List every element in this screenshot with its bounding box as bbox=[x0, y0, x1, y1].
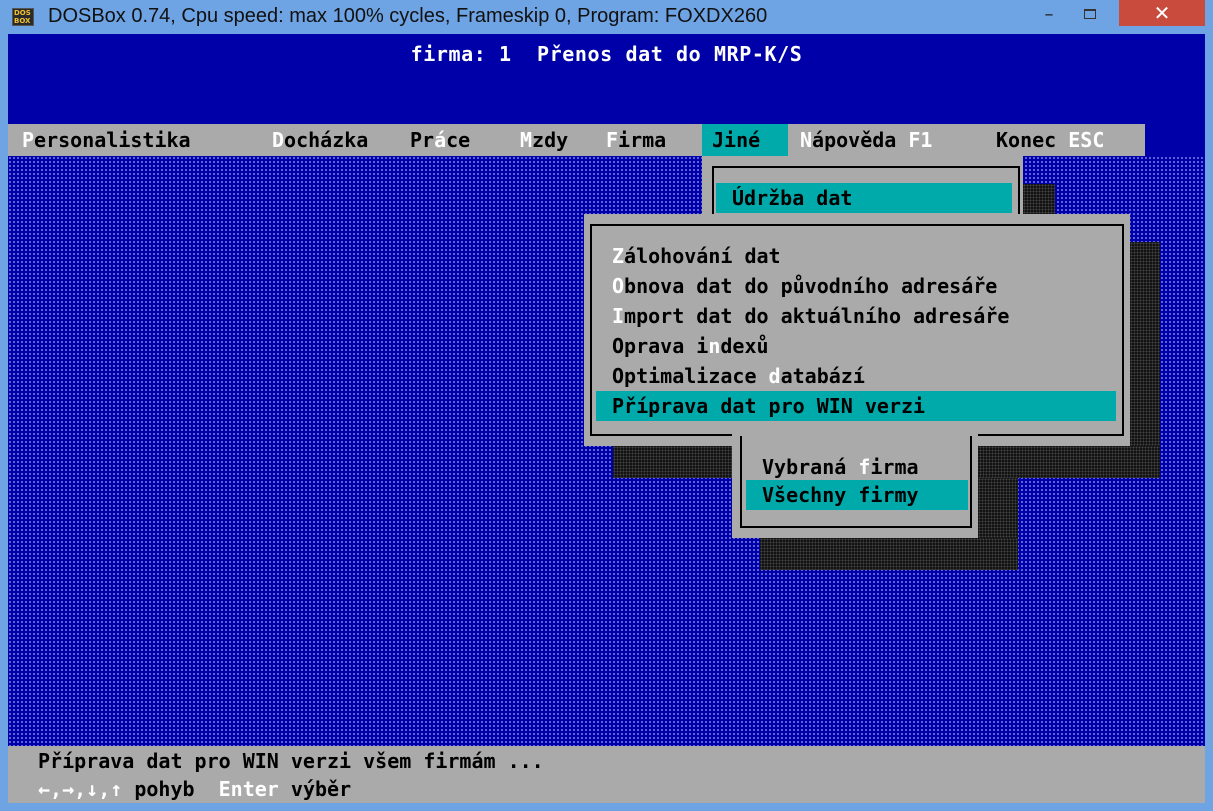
menu-item-udrzba-dat[interactable]: Údržba dat bbox=[716, 183, 1012, 213]
menu-konec[interactable]: Konec ESC bbox=[996, 124, 1104, 156]
menu-shadow bbox=[1130, 242, 1160, 478]
menu-label: Konec bbox=[996, 128, 1057, 152]
menu-item-oprava-indexu[interactable]: Oprava indexů bbox=[596, 331, 1116, 361]
key-description: pohyb bbox=[122, 777, 195, 801]
menu-item-optimalizace[interactable]: Optimalizace databází bbox=[596, 361, 1116, 391]
menu-item-vsechny-firmy[interactable]: Všechny firmy bbox=[746, 480, 968, 510]
menu-item-vybrana-firma[interactable]: Vybraná firma bbox=[746, 452, 968, 482]
menu-item-obnova[interactable]: Obnova dat do původního adresáře bbox=[596, 271, 1116, 301]
hotkey: O bbox=[612, 274, 625, 298]
enter-key: Enter bbox=[218, 777, 279, 801]
menu-shadow bbox=[1023, 184, 1055, 218]
minimize-button[interactable]: – bbox=[1034, 0, 1064, 28]
menu-firma[interactable]: Firma bbox=[606, 124, 666, 156]
menu-personalistika[interactable]: Personalistika bbox=[22, 124, 191, 156]
title-bar[interactable]: DOS BOX DOSBox 0.74, Cpu speed: max 100%… bbox=[0, 0, 1213, 34]
hotkey: d bbox=[768, 364, 781, 388]
item-label: álohování dat bbox=[624, 244, 781, 268]
menu-label: ce bbox=[446, 128, 471, 152]
menu-item-priprava-win[interactable]: Příprava dat pro WIN verzi bbox=[596, 391, 1116, 421]
menu-bar: Personalistika Docházka Práce Mzdy Firma… bbox=[8, 124, 1145, 156]
icon-text-top: DOS bbox=[14, 9, 31, 17]
menu-label: zdy bbox=[532, 128, 569, 152]
hotkey: I bbox=[612, 304, 625, 328]
item-label: dexů bbox=[720, 334, 769, 358]
menu-label: Jiné bbox=[712, 128, 761, 152]
shortcut-key: F1 bbox=[896, 128, 933, 152]
item-label: irma bbox=[870, 455, 919, 479]
menu-jine[interactable]: Jiné bbox=[702, 124, 788, 156]
close-button[interactable]: ✕ bbox=[1119, 0, 1205, 26]
status-keys: ←,→,↓,↑ pohyb Enter výběr bbox=[38, 776, 351, 802]
menu-item-zalohovani[interactable]: Zálohování dat bbox=[596, 241, 1116, 271]
menu-label: ápověda bbox=[812, 128, 897, 152]
menu-shadow bbox=[760, 538, 1018, 570]
key-description: výběr bbox=[278, 777, 352, 801]
window-title: DOSBox 0.74, Cpu speed: max 100% cycles,… bbox=[48, 5, 768, 27]
menu-label: irma bbox=[618, 128, 667, 152]
item-label: bnova dat do původního adresáře bbox=[624, 274, 998, 298]
hotkey: Z bbox=[612, 244, 625, 268]
hotkey: á bbox=[434, 128, 447, 152]
item-label: atabází bbox=[780, 364, 865, 388]
menu-item-import[interactable]: Import dat do aktuálního adresáře bbox=[596, 301, 1116, 331]
status-message: Příprava dat pro WIN verzi všem firmám .… bbox=[38, 749, 544, 773]
dosbox-icon[interactable]: DOS BOX bbox=[12, 8, 34, 26]
menu-label: ocházka bbox=[284, 128, 369, 152]
dosbox-window: DOS BOX DOSBox 0.74, Cpu speed: max 100%… bbox=[0, 0, 1213, 811]
menu-dochazka[interactable]: Docházka bbox=[272, 124, 368, 156]
menu-napoveda[interactable]: Nápověda F1 bbox=[800, 124, 932, 156]
arrow-keys-icon: ←,→,↓,↑ bbox=[38, 777, 123, 801]
dos-screen: firma: 1 Přenos dat do MRP-K/S Personali… bbox=[8, 34, 1205, 803]
maximize-icon bbox=[1084, 9, 1096, 19]
menu-label: ersonalistika bbox=[34, 128, 191, 152]
status-bar: Příprava dat pro WIN verzi všem firmám .… bbox=[8, 746, 1205, 803]
item-label: Optimalizace bbox=[612, 364, 769, 388]
maximize-button[interactable] bbox=[1070, 0, 1110, 28]
menu-prace[interactable]: Práce bbox=[410, 124, 470, 156]
close-icon: ✕ bbox=[1153, 1, 1171, 25]
item-label: Oprava i bbox=[612, 334, 709, 358]
app-header: firma: 1 Přenos dat do MRP-K/S bbox=[8, 34, 1205, 86]
hotkey: F bbox=[606, 128, 619, 152]
hotkey: P bbox=[22, 128, 35, 152]
shortcut-key: ESC bbox=[1056, 128, 1105, 152]
item-label: mport dat do aktuálního adresáře bbox=[624, 304, 1010, 328]
menu-label: Pr bbox=[410, 128, 435, 152]
item-label: Vybraná bbox=[762, 455, 859, 479]
minimize-icon: – bbox=[1044, 3, 1054, 25]
hotkey: N bbox=[800, 128, 813, 152]
hotkey: D bbox=[272, 128, 285, 152]
hotkey: f bbox=[858, 455, 871, 479]
hotkey: M bbox=[520, 128, 533, 152]
icon-text-bottom: BOX bbox=[14, 17, 31, 25]
menu-mzdy[interactable]: Mzdy bbox=[520, 124, 568, 156]
hotkey: n bbox=[708, 334, 721, 358]
